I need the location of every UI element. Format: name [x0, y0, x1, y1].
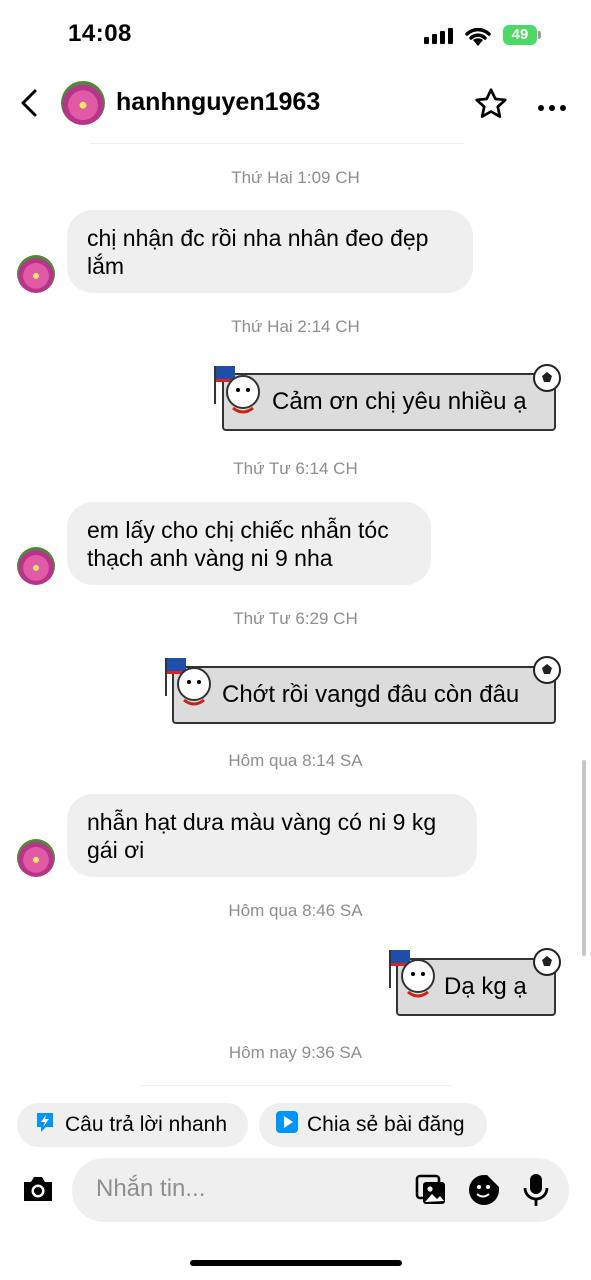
dog-with-flag-icon: [388, 948, 442, 1007]
status-time: 14:08: [68, 20, 132, 47]
lightning-icon: [33, 1110, 57, 1140]
message-timestamp: Hôm qua 8:46 SA: [228, 901, 363, 920]
sticker-icon[interactable]: [467, 1173, 501, 1212]
message-timestamp: Hôm qua 8:14 SA: [228, 751, 363, 770]
outgoing-sticker-message[interactable]: Chớt rồi vangd đâu còn đâu: [172, 666, 556, 724]
battery-tip: [538, 31, 541, 39]
scrollbar[interactable]: [582, 760, 586, 956]
wifi-icon: [464, 25, 492, 52]
share-post-chip[interactable]: Chia sẻ bài đăng: [259, 1103, 487, 1147]
cellular-signal-icon: [424, 28, 458, 49]
more-icon[interactable]: [537, 99, 567, 117]
back-icon[interactable]: [18, 88, 42, 123]
incoming-message[interactable]: chị nhận đc rồi nha nhân đeo đẹp lắm: [67, 210, 473, 293]
microphone-icon[interactable]: [522, 1172, 550, 1213]
outgoing-sticker-message[interactable]: Cảm ơn chị yêu nhiều ạ: [222, 373, 556, 431]
incoming-message[interactable]: nhẫn hạt dưa màu vàng có ni 9 kg gái ơi: [67, 794, 477, 877]
home-indicator: [190, 1260, 402, 1266]
battery-indicator: 49: [503, 25, 537, 45]
message-timestamp: Thứ Tư 6:14 CH: [233, 459, 358, 478]
soccer-ball-icon: [532, 363, 562, 398]
message-input-placeholder: Nhắn tin...: [96, 1175, 206, 1202]
sender-avatar[interactable]: [17, 839, 55, 877]
soccer-ball-icon: [532, 947, 562, 982]
share-icon: [275, 1110, 299, 1140]
sender-avatar[interactable]: [17, 255, 55, 293]
sender-avatar[interactable]: [17, 547, 55, 585]
dog-with-flag-icon: [213, 364, 267, 423]
soccer-ball-icon: [532, 655, 562, 690]
quick-reply-chip[interactable]: Câu trả lời nhanh: [17, 1103, 248, 1147]
message-timestamp: Thứ Tư 6:29 CH: [233, 609, 358, 628]
message-timestamp: Thứ Hai 2:14 CH: [231, 317, 360, 336]
share-post-label: Chia sẻ bài đăng: [307, 1113, 465, 1136]
camera-icon[interactable]: [21, 1174, 55, 1209]
incoming-message[interactable]: em lấy cho chị chiếc nhẫn tóc thạch anh …: [67, 502, 431, 585]
gallery-icon[interactable]: [414, 1173, 448, 1212]
profile-avatar[interactable]: [61, 81, 105, 125]
header-divider: [90, 143, 464, 144]
star-icon[interactable]: [473, 86, 509, 127]
quick-reply-label: Câu trả lời nhanh: [65, 1113, 228, 1136]
composer-divider: [140, 1085, 452, 1086]
message-timestamp: Thứ Hai 1:09 CH: [231, 168, 360, 187]
profile-username[interactable]: hanhnguyen1963: [116, 88, 320, 117]
message-timestamp: Hôm nay 9:36 SA: [228, 1043, 363, 1062]
dog-with-flag-icon: [164, 656, 218, 715]
